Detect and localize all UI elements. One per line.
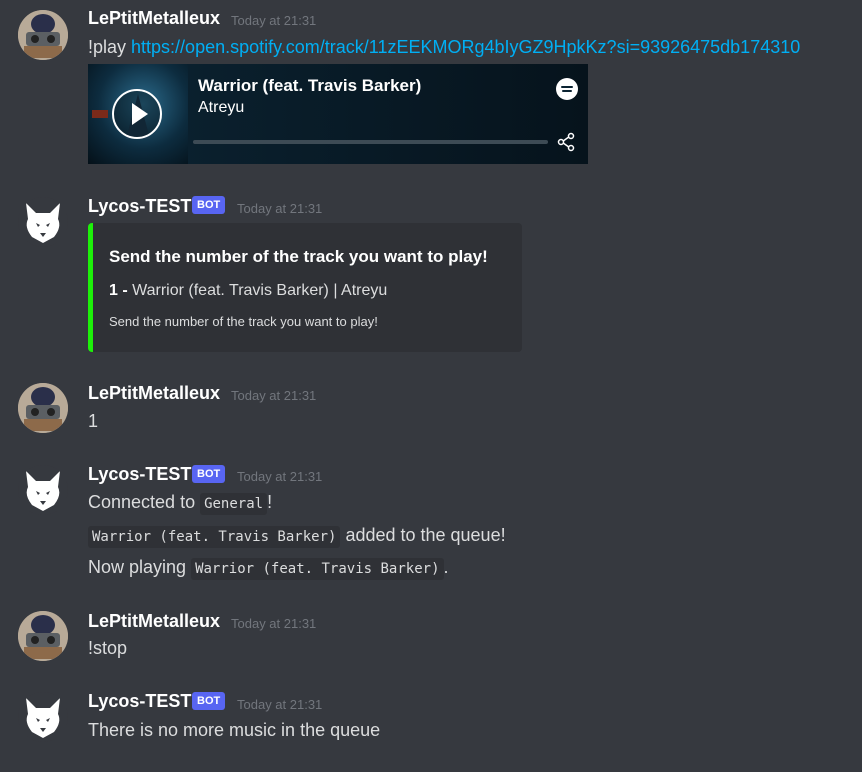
- play-icon[interactable]: [112, 89, 162, 139]
- command-prefix: !play: [88, 37, 132, 57]
- bot-tag: BOT: [192, 196, 226, 214]
- bot-avatar[interactable]: [18, 465, 68, 515]
- track-artist[interactable]: Atreyu: [198, 99, 244, 117]
- avatar-image-icon: [18, 611, 68, 661]
- bot-tag: BOT: [192, 692, 226, 710]
- album-cover[interactable]: [88, 64, 188, 164]
- text: Connected to: [88, 492, 201, 512]
- timestamp: Today at 21:31: [237, 697, 323, 712]
- username[interactable]: LePtitMetalleux: [88, 8, 220, 29]
- timestamp: Today at 21:31: [237, 201, 323, 216]
- channel-code: General: [200, 493, 268, 515]
- message-line-2: Warrior (feat. Travis Barker) added to t…: [88, 525, 506, 548]
- avatar-image-icon: [18, 10, 68, 60]
- user-avatar[interactable]: [18, 383, 68, 433]
- track-entry: Warrior (feat. Travis Barker) | Atreyu: [127, 282, 388, 299]
- track-title[interactable]: Warrior (feat. Travis Barker): [198, 76, 421, 96]
- avatar-image-icon: [18, 383, 68, 433]
- username[interactable]: LePtitMetalleux: [88, 611, 220, 632]
- message-text: !play https://open.spotify.com/track/11z…: [88, 37, 800, 58]
- username[interactable]: Lycos-TEST: [88, 691, 191, 712]
- timestamp: Today at 21:31: [231, 13, 317, 28]
- timestamp: Today at 21:31: [237, 469, 323, 484]
- spotify-icon[interactable]: [556, 78, 578, 100]
- text: .: [443, 557, 449, 577]
- progress-bar[interactable]: [193, 140, 548, 144]
- message-text: There is no more music in the queue: [88, 720, 381, 740]
- message-text: !stop: [88, 638, 128, 658]
- text: !: [267, 492, 273, 512]
- timestamp: Today at 21:31: [231, 616, 317, 631]
- bot-avatar[interactable]: [18, 197, 68, 247]
- message-line-3: Now playing Warrior (feat. Travis Barker…: [88, 557, 449, 580]
- track-code: Warrior (feat. Travis Barker): [191, 558, 444, 580]
- embed-description: 1 - Warrior (feat. Travis Barker) | Atre…: [109, 282, 387, 300]
- username[interactable]: LePtitMetalleux: [88, 383, 220, 404]
- user-avatar[interactable]: [18, 10, 68, 60]
- wolf-icon: [26, 203, 60, 243]
- username[interactable]: Lycos-TEST: [88, 196, 191, 217]
- message-text: 1: [88, 411, 99, 431]
- track-number: 1 -: [109, 282, 128, 299]
- bot-embed: Send the number of the track you want to…: [88, 223, 522, 352]
- track-code: Warrior (feat. Travis Barker): [88, 526, 341, 548]
- user-avatar[interactable]: [18, 611, 68, 661]
- spotify-embed[interactable]: Warrior (feat. Travis Barker) Atreyu: [88, 64, 588, 164]
- bot-tag: BOT: [192, 465, 226, 483]
- timestamp: Today at 21:31: [231, 388, 317, 403]
- spotify-link[interactable]: https://open.spotify.com/track/11zEEKMOR…: [131, 37, 800, 57]
- bot-avatar[interactable]: [18, 692, 68, 742]
- message-line-1: Connected to General!: [88, 492, 273, 515]
- share-icon[interactable]: [556, 132, 576, 152]
- text: Now playing: [88, 557, 192, 577]
- embed-title: Send the number of the track you want to…: [109, 247, 488, 266]
- wolf-icon: [26, 471, 60, 511]
- wolf-icon: [26, 698, 60, 738]
- text: added to the queue!: [340, 525, 506, 545]
- embed-footer: Send the number of the track you want to…: [109, 314, 378, 329]
- username[interactable]: Lycos-TEST: [88, 464, 191, 485]
